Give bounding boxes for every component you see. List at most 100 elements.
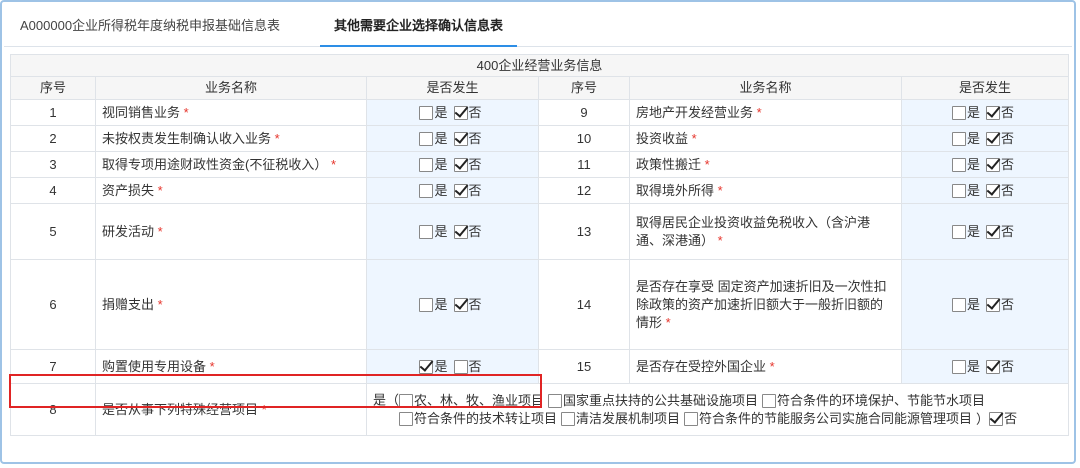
- occur-option-no[interactable]: 否: [453, 295, 482, 314]
- special-project-checkbox[interactable]: [548, 393, 563, 408]
- checkbox-no[interactable]: [453, 359, 468, 374]
- seq-cell: 3: [10, 151, 96, 178]
- checkbox-no[interactable]: [453, 131, 468, 146]
- checkbox-label-yes: 是: [967, 296, 981, 312]
- occur-option-yes[interactable]: 是: [952, 295, 980, 314]
- item-name: 房地产开发经营业务: [636, 104, 754, 120]
- checkbox-yes[interactable]: [419, 183, 434, 198]
- occur-option-yes[interactable]: 是: [952, 103, 980, 122]
- checkbox-label-no: 否: [1001, 358, 1015, 374]
- seq-cell: 11: [538, 151, 630, 178]
- occur-option-yes[interactable]: 是: [419, 357, 448, 376]
- occur-option-yes[interactable]: 是: [419, 155, 448, 174]
- checkbox-yes[interactable]: [419, 157, 434, 172]
- special-project-option[interactable]: 国家重点扶持的公共基础设施项目: [548, 391, 758, 410]
- occur-option-no[interactable]: 否: [986, 129, 1014, 148]
- checkbox-no[interactable]: [453, 183, 468, 198]
- occur-option-yes[interactable]: 是: [952, 357, 980, 376]
- checkbox-yes[interactable]: [419, 105, 434, 120]
- checkbox-yes[interactable]: [952, 297, 966, 312]
- required-mark: *: [717, 182, 723, 198]
- occur-option-no[interactable]: 否: [986, 181, 1014, 200]
- checkbox-no[interactable]: [453, 297, 468, 312]
- occur-cell: 是否: [366, 349, 539, 384]
- special-project-checkbox[interactable]: [399, 412, 413, 427]
- occur-option-yes[interactable]: 是: [952, 222, 980, 241]
- occur-option-yes[interactable]: 是: [419, 103, 448, 122]
- checkbox-no[interactable]: [986, 297, 1001, 312]
- checkbox-yes[interactable]: [952, 157, 966, 172]
- occur-option-no[interactable]: 否: [453, 103, 482, 122]
- occur-option-yes[interactable]: 是: [952, 129, 980, 148]
- required-mark: *: [717, 232, 723, 248]
- occur-option-no[interactable]: 否: [986, 295, 1014, 314]
- occur-option-yes[interactable]: 是: [419, 295, 448, 314]
- item-name: 政策性搬迁: [636, 156, 702, 172]
- item-name-cell: 政策性搬迁 *: [629, 151, 902, 178]
- item-name-cell: 是否存在享受 固定资产加速折旧及一次性扣除政策的资产加速折旧额大于一般折旧额的情…: [629, 259, 902, 350]
- checkbox-yes[interactable]: [419, 131, 434, 146]
- checkbox-label-yes: 是: [967, 156, 981, 172]
- special-projects-no-checkbox[interactable]: [989, 412, 1004, 427]
- special-project-checkbox[interactable]: [399, 393, 414, 408]
- special-project-option[interactable]: 清洁发展机制项目: [561, 410, 680, 429]
- checkbox-yes[interactable]: [952, 105, 966, 120]
- checkbox-yes[interactable]: [952, 359, 966, 374]
- checkbox-yes[interactable]: [952, 224, 966, 239]
- special-project-option[interactable]: 符合条件的技术转让项目: [399, 410, 557, 429]
- checkbox-no[interactable]: [453, 157, 468, 172]
- occur-cell: 是否: [900, 125, 1070, 152]
- checkbox-yes[interactable]: [419, 224, 434, 239]
- special-project-checkbox[interactable]: [561, 412, 576, 427]
- column-header-row: 序号 业务名称 是否发生 序号 业务名称 是否发生: [10, 76, 1070, 100]
- occur-option-yes[interactable]: 是: [952, 155, 980, 174]
- item-name: 购置使用专用设备: [102, 358, 207, 374]
- occur-option-yes[interactable]: 是: [419, 222, 448, 241]
- tab-basic-info[interactable]: A000000企业所得税年度纳税申报基础信息表: [20, 4, 280, 46]
- checkbox-label-yes: 是: [967, 223, 981, 239]
- special-project-checkbox[interactable]: [762, 393, 777, 408]
- item-name-cell: 是否从事下列特殊经营项目 *: [95, 383, 367, 436]
- table-row: 3 取得专项用途财政性资金(不征税收入） * 是否 11 政策性搬迁 * 是否: [10, 151, 1070, 178]
- checkbox-no[interactable]: [986, 224, 1001, 239]
- occur-option-no[interactable]: 否: [453, 357, 482, 376]
- occur-option-no[interactable]: 否: [453, 129, 482, 148]
- checkbox-yes[interactable]: [952, 183, 966, 198]
- special-projects-no-label: 否: [1004, 411, 1018, 427]
- checkbox-no[interactable]: [986, 131, 1001, 146]
- occur-option-yes[interactable]: 是: [952, 181, 980, 200]
- table-row: 2 未按权责发生制确认收入业务 * 是否 10 投资收益 * 是否: [10, 125, 1070, 152]
- header-occur: 是否发生: [366, 76, 539, 100]
- special-project-option[interactable]: 农、林、牧、渔业项目: [399, 391, 544, 410]
- checkbox-yes[interactable]: [419, 297, 434, 312]
- occur-option-yes[interactable]: 是: [419, 181, 448, 200]
- occur-option-no[interactable]: 否: [986, 222, 1014, 241]
- special-project-option[interactable]: 符合条件的节能服务公司实施合同能源管理项目: [684, 410, 972, 429]
- checkbox-no[interactable]: [453, 105, 468, 120]
- seq-cell: 6: [10, 259, 96, 350]
- checkbox-no[interactable]: [986, 183, 1001, 198]
- special-projects-options: 是（ 农、林、牧、渔业项目 国家重点扶持的公共基础设施项目 符合条件的环境保护、节能节…: [365, 383, 1070, 436]
- occur-option-yes[interactable]: 是: [419, 129, 448, 148]
- occur-option-no[interactable]: 否: [986, 155, 1014, 174]
- checkbox-label-yes: 是: [967, 358, 981, 374]
- occur-option-no[interactable]: 否: [453, 181, 482, 200]
- table-row-special-projects: 8 是否从事下列特殊经营项目 * 是（ 农、林、牧、渔业项目 国家重点扶持的公共基础设施…: [10, 383, 1070, 436]
- occur-option-no[interactable]: 否: [453, 155, 482, 174]
- special-project-option[interactable]: 符合条件的环境保护、节能节水项目: [762, 391, 985, 410]
- occur-cell: 是否: [900, 151, 1070, 178]
- occur-option-no[interactable]: 否: [986, 103, 1014, 122]
- occur-option-no[interactable]: 否: [986, 357, 1014, 376]
- item-name-cell: 未按权责发生制确认收入业务 *: [95, 125, 367, 152]
- checkbox-yes[interactable]: [952, 131, 966, 146]
- tab-confirmation-info[interactable]: 其他需要企业选择确认信息表: [320, 4, 518, 47]
- special-projects-no-option[interactable]: 否: [989, 410, 1017, 429]
- checkbox-no[interactable]: [986, 359, 1001, 374]
- occur-option-no[interactable]: 否: [453, 222, 482, 241]
- occur-cell: 是否: [366, 177, 539, 204]
- checkbox-no[interactable]: [453, 224, 468, 239]
- checkbox-no[interactable]: [986, 157, 1001, 172]
- special-project-checkbox[interactable]: [684, 412, 699, 427]
- checkbox-no[interactable]: [986, 105, 1001, 120]
- checkbox-yes[interactable]: [419, 359, 434, 374]
